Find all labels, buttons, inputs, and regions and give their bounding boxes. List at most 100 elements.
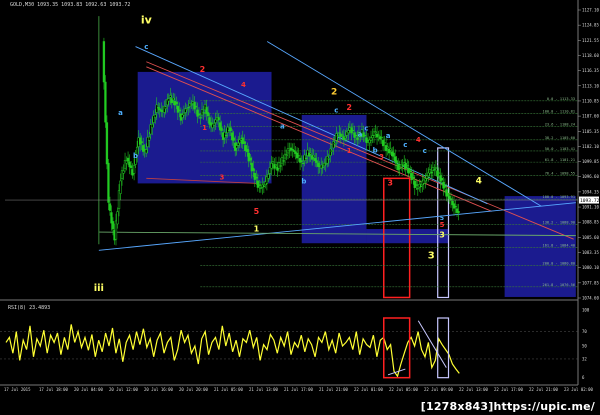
price-tick-label: 1110.85: [582, 98, 599, 103]
candle-body: [309, 152, 312, 155]
wave-label: 4: [416, 136, 421, 144]
candle-body: [380, 137, 383, 139]
candle-body: [262, 185, 266, 187]
candle-body: [440, 178, 444, 181]
candle-body: [341, 134, 344, 136]
candle-body: [344, 136, 347, 139]
wave-label: 1: [347, 147, 352, 155]
candle-body: [279, 165, 282, 167]
fib-label: 50.0 - 1103.41: [545, 147, 575, 151]
candle-body: [424, 178, 427, 182]
wave-label: 3: [219, 173, 224, 181]
price-tick-label: 1102.10: [582, 144, 599, 149]
price-tick-label: 1113.10: [582, 83, 599, 88]
candle-body: [409, 170, 412, 172]
time-tick-label: 20 Jul 04:00: [74, 387, 103, 392]
candle-body: [437, 172, 441, 174]
rsi-level-label: 50: [582, 344, 587, 349]
time-tick-label: 21 Jul 13:00: [249, 387, 278, 392]
candle-body: [249, 157, 252, 161]
candle-body: [225, 135, 228, 137]
time-tick-label: 22 Jul 05:00: [389, 387, 418, 392]
candle-body: [206, 112, 210, 117]
candle-body: [329, 148, 332, 156]
candle-body: [324, 163, 327, 165]
candle-body: [315, 160, 318, 163]
candle-body: [185, 108, 189, 111]
fib-label: 100.0 - 1093.91: [543, 195, 575, 199]
wave-label: 1: [202, 124, 207, 132]
candle-body: [199, 117, 202, 119]
candle-body: [116, 211, 119, 225]
candle-body: [321, 166, 324, 168]
wave-label: 4: [241, 81, 246, 89]
candle-body: [425, 175, 428, 179]
fib-label: 23.6 - 1108.24: [545, 123, 575, 127]
candle-body: [369, 137, 373, 141]
candle-body: [169, 95, 172, 98]
candle-body: [398, 167, 401, 170]
candle-body: [271, 161, 275, 164]
rsi-header: RSI(8) 23.4893: [8, 305, 51, 311]
wave-label: 5: [254, 207, 260, 216]
fib-label: 161.8 - 1084.40: [543, 243, 575, 247]
candle-body: [288, 150, 291, 152]
candle-body: [392, 152, 395, 157]
price-tick-label: 1080.10: [582, 265, 599, 270]
wave-label: c: [334, 106, 338, 114]
fib-label: 61.8 - 1101.21: [545, 158, 575, 162]
wave-label: a: [358, 130, 363, 138]
candle-body: [187, 107, 190, 109]
wave-label: a: [118, 109, 123, 117]
candle-body: [256, 180, 259, 188]
time-tick-label: 17 Jul 18:00: [39, 387, 68, 392]
candle-body: [362, 132, 365, 138]
candle-body: [314, 157, 317, 161]
rsi-level-label: 32: [582, 356, 587, 361]
time-tick-label: 20 Jul 16:00: [144, 387, 173, 392]
candle-body: [138, 137, 142, 145]
candle-body: [383, 142, 386, 144]
candle-body: [148, 136, 151, 141]
time-axis: 17 Jul 2015 17 Jul 18:00 20 Jul 04:00 20 Ju…: [4, 387, 593, 392]
price-tick-label: 1083.35: [582, 250, 599, 255]
candle-body: [312, 155, 315, 158]
candle-body: [454, 205, 457, 208]
wave-label: c: [144, 43, 148, 51]
price-tick-label: 1127.10: [582, 8, 599, 13]
candle-body: [301, 162, 305, 164]
wave-label: b: [373, 146, 378, 154]
candle-body: [351, 129, 355, 132]
candle-body: [336, 135, 339, 137]
wave-label: 2: [331, 88, 337, 98]
zone-box: [366, 229, 449, 244]
wave-label: iv: [141, 14, 153, 27]
candle-body: [246, 148, 249, 153]
wave-label: c: [364, 125, 368, 133]
candle-body: [196, 109, 199, 117]
time-tick-label: 23 Jul 02:00: [564, 387, 593, 392]
candle-body: [430, 171, 433, 174]
candle-body: [202, 112, 205, 114]
candle-body: [194, 105, 198, 108]
candle-body: [129, 165, 133, 169]
price-tick-label: 1116.35: [582, 68, 599, 73]
wave-label: iii: [94, 283, 104, 294]
candle-body: [433, 169, 436, 171]
fib-label: 38.2 - 1105.60: [545, 136, 575, 140]
wave-label: c: [403, 141, 407, 149]
candle-body: [193, 102, 196, 110]
wave-label: 3: [379, 153, 384, 161]
candle-body: [175, 102, 178, 105]
candle-body: [212, 122, 216, 126]
candle-body: [291, 148, 294, 151]
candle-body: [282, 160, 285, 162]
candle-body: [354, 135, 358, 137]
price-tick-label: 1118.60: [582, 53, 599, 58]
candle-body: [154, 114, 157, 118]
price-tick-label: 1121.55: [582, 38, 599, 43]
candle-body: [413, 180, 416, 188]
candle-body: [327, 158, 330, 160]
time-tick-label: 20 Jul 20:00: [179, 387, 208, 392]
candle-body: [107, 162, 110, 203]
